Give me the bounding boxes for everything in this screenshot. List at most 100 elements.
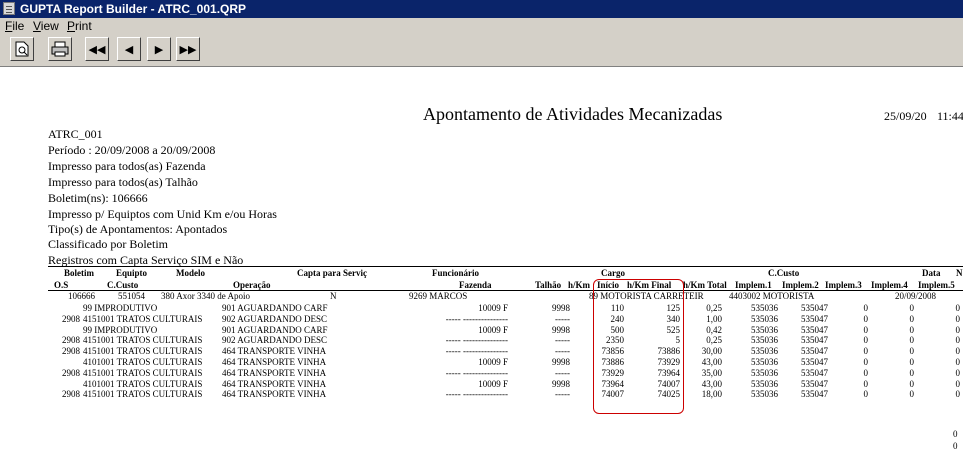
cell-impl1: 535036 [751, 357, 778, 367]
cell-impl2: 535047 [801, 346, 828, 357]
menu-file[interactable]: File [5, 19, 24, 33]
cell-impl2: 535047 [801, 335, 828, 346]
cell-fazenda: 10009 F [478, 378, 508, 389]
cell-talhao: ----- [555, 313, 570, 324]
cell-operacao: 464 TRANSPORTE VINHA [222, 378, 327, 389]
info-line: Classificado por Boletim [48, 237, 168, 251]
cell-operacao: 464 TRANSPORTE VINHA [222, 357, 327, 367]
cell-total: 0,25 [706, 335, 722, 346]
cell-ccusto: 4151001 TRATOS CULTURAIS [83, 313, 203, 324]
col-header: Implem.4 [871, 280, 908, 290]
cell-ccusto: 4151001 TRATOS CULTURAIS [83, 346, 203, 357]
col-header: Fazenda [459, 280, 492, 290]
info-line: Boletim(ns): 106666 [48, 191, 148, 205]
col-header: Funcionário [432, 268, 480, 278]
cell-impl1: 535036 [751, 324, 778, 335]
boletim-number: 106666 [68, 291, 95, 301]
cell-fazenda: 10009 F [478, 357, 508, 367]
col-header: Modelo [176, 268, 205, 278]
cell-os: 2908 [62, 389, 80, 400]
col-header: Data [922, 268, 941, 278]
cell-impl3: 0 [863, 335, 869, 346]
cell-impl4: 0 [909, 357, 915, 367]
funcionario: 9269 MARCOS [409, 291, 468, 301]
cell-fazenda: ----- --------------- [445, 389, 508, 400]
printer-icon[interactable] [48, 37, 72, 61]
cell-os: 2908 [62, 313, 80, 324]
title-bar: GUPTA Report Builder - ATRC_001.QRP [0, 0, 963, 18]
window-title: GUPTA Report Builder - ATRC_001.QRP [20, 2, 247, 16]
cell-impl5: 0 [955, 335, 961, 346]
cell-fazenda: 10009 F [478, 324, 508, 335]
cell-impl3: 0 [863, 303, 869, 313]
last-page-icon[interactable]: ▶▶ [176, 37, 200, 61]
first-page-icon[interactable]: ◀◀ [85, 37, 109, 61]
cell-total: 0,25 [706, 303, 722, 313]
col-header: O.S [54, 280, 69, 290]
cell-impl5: 0 [955, 378, 961, 389]
col-header: Equipto [116, 268, 148, 278]
col-header: N [956, 268, 963, 278]
cell-impl3: 0 [863, 346, 869, 357]
cell-impl2: 535047 [801, 357, 828, 367]
report-code: ATRC_001 [48, 127, 103, 141]
cell-impl1: 535036 [751, 367, 778, 378]
cell-total: 43,00 [701, 378, 722, 389]
cell-impl4: 0 [909, 367, 915, 378]
col-header: Operação [233, 280, 271, 290]
cell-impl1: 535036 [751, 303, 778, 313]
capta: N [330, 291, 337, 301]
cell-ccusto: 4101001 TRATOS CULTURAIS [83, 357, 203, 367]
cell-total: 0,42 [706, 324, 722, 335]
cell-os: 2908 [62, 367, 80, 378]
cell-talhao: ----- [555, 389, 570, 400]
cell-ccusto: 99 IMPRODUTIVO [83, 303, 158, 313]
cell-impl2: 535047 [801, 303, 828, 313]
cell-operacao: 464 TRANSPORTE VINHA [222, 367, 327, 378]
cell-operacao: 902 AGUARDANDO DESC [222, 313, 328, 324]
previous-page-icon[interactable]: ◀ [117, 37, 141, 61]
col-header: Talhão [535, 280, 562, 290]
menu-view[interactable]: View [33, 19, 59, 33]
col-header: C.Custo [768, 268, 800, 278]
cell-ccusto: 4151001 TRATOS CULTURAIS [83, 335, 203, 346]
cell-impl3: 0 [863, 378, 869, 389]
cell-impl4: 0 [909, 389, 915, 400]
highlight-box [593, 279, 684, 414]
page-preview-icon[interactable] [10, 37, 34, 61]
equipto: 551054 [118, 291, 145, 301]
report-time: 11:44 [937, 109, 963, 123]
next-page-icon[interactable]: ▶ [147, 37, 171, 61]
app-icon [3, 2, 15, 15]
col-header: Cargo [601, 268, 625, 278]
menu-bar: File View Print [0, 18, 963, 34]
cell-talhao: 9998 [552, 303, 570, 313]
col-header: Implem.3 [825, 280, 862, 290]
cell-talhao: 9998 [552, 378, 570, 389]
info-line: Impresso p/ Equiptos com Unid Km e/ou Ho… [48, 207, 277, 221]
footer-value: 0 [953, 441, 958, 451]
col-header: Implem.1 [735, 280, 772, 290]
cell-total: 1,00 [706, 313, 722, 324]
cell-impl4: 0 [909, 324, 915, 335]
info-line: Impresso para todos(as) Talhão [48, 175, 198, 189]
cell-impl4: 0 [909, 335, 915, 346]
cell-operacao: 464 TRANSPORTE VINHA [222, 346, 327, 357]
cell-impl2: 535047 [801, 367, 828, 378]
report-date: 25/09/20 [884, 109, 927, 123]
cell-impl5: 0 [955, 324, 961, 335]
modelo: 380 Axor 3340 de Apoio [161, 291, 250, 301]
col-header: Capta para Serviç [297, 268, 367, 278]
cell-fazenda: ----- --------------- [445, 346, 508, 357]
cell-impl3: 0 [863, 367, 869, 378]
toolbar: ◀◀ ◀ ▶ ▶▶ [0, 34, 963, 67]
cell-fazenda: ----- --------------- [445, 335, 508, 346]
cell-talhao: 9998 [552, 357, 570, 367]
menu-print[interactable]: Print [67, 19, 92, 33]
cell-total: 18,00 [701, 389, 722, 400]
cell-impl1: 535036 [751, 389, 778, 400]
cell-impl3: 0 [863, 357, 869, 367]
cell-ccusto: 4101001 TRATOS CULTURAIS [83, 378, 203, 389]
cell-impl5: 0 [955, 303, 961, 313]
cell-total: 35,00 [701, 367, 722, 378]
